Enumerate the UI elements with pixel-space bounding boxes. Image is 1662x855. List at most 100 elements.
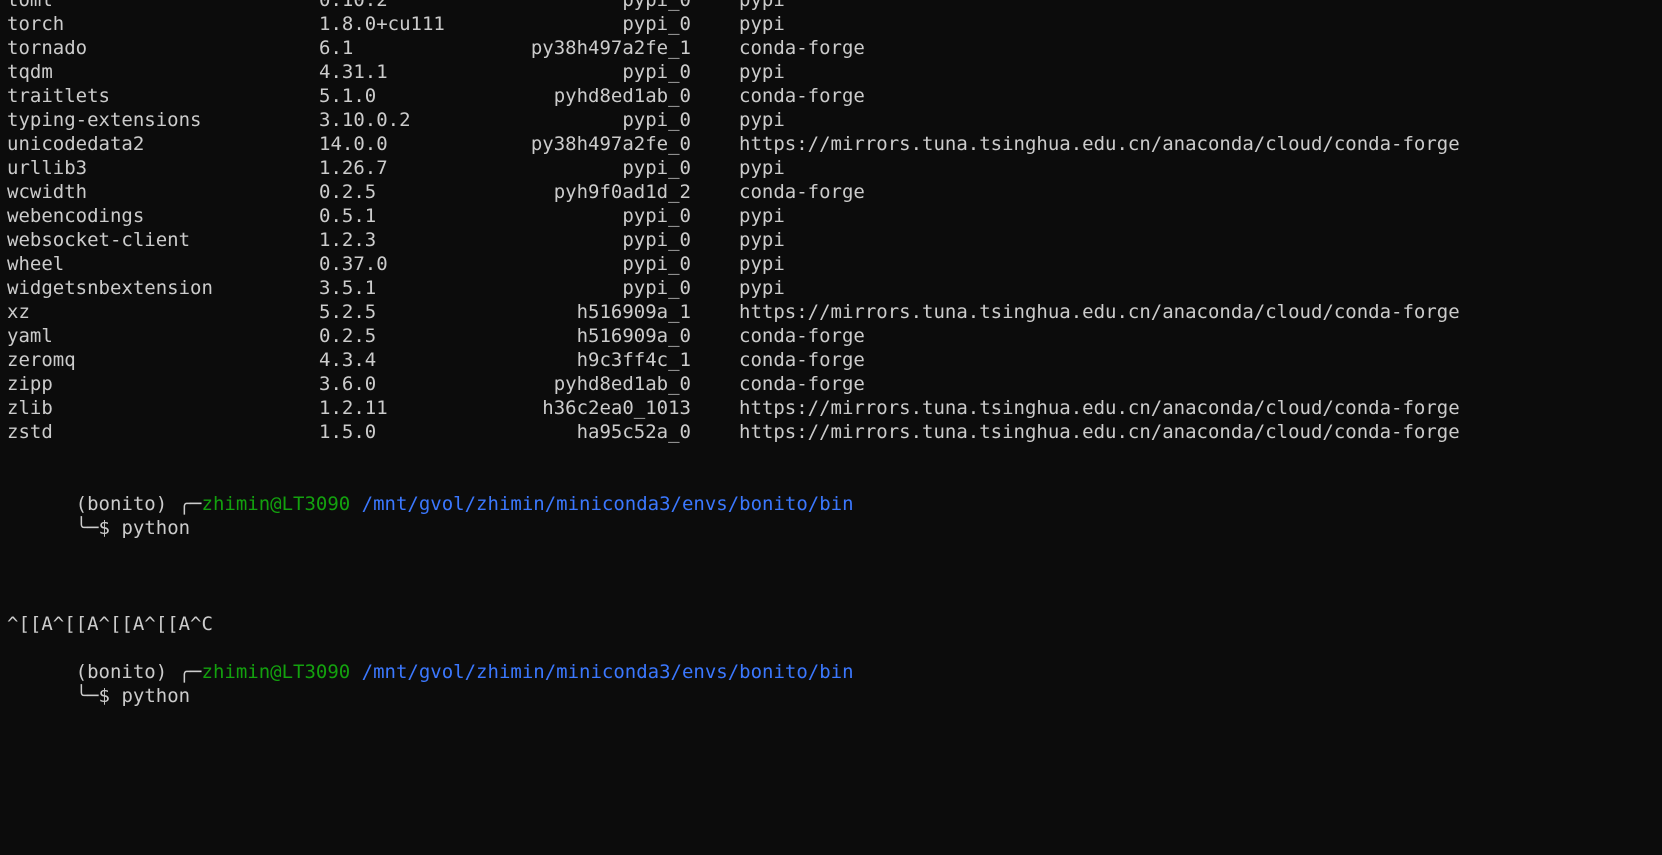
package-version: 3.6.0: [319, 373, 377, 395]
package-row: websocket-client 1.2.3 pypi_0 pypi: [0, 228, 1662, 252]
package-version: 1.2.11: [319, 397, 388, 419]
package-row: wcwidth 0.2.5 pyh9f0ad1d_2 conda-forge: [0, 180, 1662, 204]
package-build: h516909a_1: [576, 301, 691, 323]
package-build: pypi_0: [622, 109, 691, 131]
package-name: wheel: [7, 253, 65, 275]
package-list: toml 0.10.2 pypi_0 pypi torch 1.8.0+cu111 pypi…: [0, 0, 1662, 444]
package-build: h9c3ff4c_1: [576, 349, 691, 371]
package-row: urllib3 1.26.7 pypi_0 pypi: [0, 156, 1662, 180]
package-version: 6.1: [319, 37, 354, 59]
current-path: /mnt/gvol/zhimin/miniconda3/envs/bonito/…: [361, 661, 854, 683]
package-version: 0.10.2: [319, 0, 388, 11]
package-name: torch: [7, 13, 65, 35]
package-row: zlib 1.2.11 h36c2ea0_1013 https://mirrors.t…: [0, 396, 1662, 420]
command-line-1: ╰─$ python: [0, 468, 1662, 539]
package-channel: https://mirrors.tuna.tsinghua.edu.cn/ana…: [739, 397, 1460, 419]
package-version: 0.37.0: [319, 253, 388, 275]
package-channel: pypi: [739, 61, 785, 83]
package-channel: pypi: [739, 0, 785, 11]
package-name: wcwidth: [7, 181, 88, 203]
package-channel: https://mirrors.tuna.tsinghua.edu.cn/ana…: [739, 133, 1460, 155]
package-build: pypi_0: [622, 13, 691, 35]
package-build: pypi_0: [622, 205, 691, 227]
package-channel: pypi: [739, 13, 785, 35]
package-name: widgetsnbextension: [7, 277, 213, 299]
package-name: typing-extensions: [7, 109, 202, 131]
package-name: urllib3: [7, 157, 88, 179]
package-version: 5.1.0: [319, 85, 377, 107]
prompt-corner-bottom: ╰─: [75, 685, 99, 707]
package-name: zipp: [7, 373, 53, 395]
user-host: zhimin@LT3090: [201, 661, 351, 683]
package-row: zipp 3.6.0 pyhd8ed1ab_0 conda-forge: [0, 372, 1662, 396]
package-name: traitlets: [7, 85, 110, 107]
package-name: tornado: [7, 37, 88, 59]
package-channel: conda-forge: [739, 373, 865, 395]
package-row: unicodedata2 14.0.0 py38h497a2fe_0 https://…: [0, 132, 1662, 156]
package-version: 1.2.3: [319, 229, 377, 251]
package-version: 0.2.5: [319, 325, 377, 347]
package-build: pyh9f0ad1d_2: [553, 181, 691, 203]
package-build: pypi_0: [622, 0, 691, 11]
package-channel: pypi: [739, 229, 785, 251]
package-version: 0.2.5: [319, 181, 377, 203]
package-version: 5.2.5: [319, 301, 377, 323]
package-name: xz: [7, 301, 30, 323]
package-channel: conda-forge: [739, 181, 865, 203]
package-version: 1.5.0: [319, 421, 377, 443]
package-build: pypi_0: [622, 253, 691, 275]
package-version: 0.5.1: [319, 205, 377, 227]
package-build: ha95c52a_0: [576, 421, 691, 443]
package-row: toml 0.10.2 pypi_0 pypi: [0, 0, 1662, 12]
package-row: zstd 1.5.0 ha95c52a_0 https://mirrors.tuna.…: [0, 420, 1662, 444]
package-build: pypi_0: [622, 157, 691, 179]
package-build: pypi_0: [622, 277, 691, 299]
package-row: xz 5.2.5 h516909a_1 https://mirrors.tuna.ts…: [0, 300, 1662, 324]
package-channel: pypi: [739, 109, 785, 131]
package-channel: pypi: [739, 157, 785, 179]
package-name: yaml: [7, 325, 53, 347]
package-version: 14.0.0: [319, 133, 388, 155]
package-build: py38h497a2fe_0: [530, 133, 691, 155]
package-row: traitlets 5.1.0 pyhd8ed1ab_0 conda-forge: [0, 84, 1662, 108]
package-build: h516909a_0: [576, 325, 691, 347]
package-row: zeromq 4.3.4 h9c3ff4c_1 conda-forge: [0, 348, 1662, 372]
package-name: zlib: [7, 397, 53, 419]
package-version: 3.10.0.2: [319, 109, 411, 131]
interrupt-output-line: ^[[A^[[A^[[A^[[A^C: [0, 588, 1662, 635]
package-channel: pypi: [739, 277, 785, 299]
package-channel: https://mirrors.tuna.tsinghua.edu.cn/ana…: [739, 301, 1460, 323]
package-name: websocket-client: [7, 229, 191, 251]
package-name: zeromq: [7, 349, 76, 371]
package-name: zstd: [7, 421, 53, 443]
package-channel: pypi: [739, 253, 785, 275]
prompt-dollar: $: [98, 685, 110, 707]
package-build: h36c2ea0_1013: [542, 397, 691, 419]
package-build: pyhd8ed1ab_0: [553, 85, 691, 107]
package-build: pypi_0: [622, 229, 691, 251]
package-channel: conda-forge: [739, 37, 865, 59]
package-row: torch 1.8.0+cu111 pypi_0 pypi: [0, 12, 1662, 36]
package-row: typing-extensions 3.10.0.2 pypi_0 pypi: [0, 108, 1662, 132]
package-row: yaml 0.2.5 h516909a_0 conda-forge: [0, 324, 1662, 348]
package-name: webencodings: [7, 205, 145, 227]
package-channel: https://mirrors.tuna.tsinghua.edu.cn/ana…: [739, 421, 1460, 443]
package-channel: conda-forge: [739, 325, 865, 347]
package-row: tqdm 4.31.1 pypi_0 pypi: [0, 60, 1662, 84]
package-row: wheel 0.37.0 pypi_0 pypi: [0, 252, 1662, 276]
command-text: python: [121, 685, 191, 707]
prompt-line-1: (bonito) ╭─zhimin@LT3090 /mnt/gvol/zhimi…: [0, 444, 1662, 515]
command-line-2[interactable]: ╰─$ python: [0, 636, 1662, 707]
package-build: py38h497a2fe_1: [530, 37, 691, 59]
package-channel: pypi: [739, 205, 785, 227]
package-build: pyhd8ed1ab_0: [553, 373, 691, 395]
package-row: webencodings 0.5.1 pypi_0 pypi: [0, 204, 1662, 228]
package-name: unicodedata2: [7, 133, 145, 155]
terminal-window[interactable]: toml 0.10.2 pypi_0 pypi torch 1.8.0+cu111 pypi…: [0, 0, 1662, 855]
package-name: toml: [7, 0, 53, 11]
package-version: 1.26.7: [319, 157, 388, 179]
